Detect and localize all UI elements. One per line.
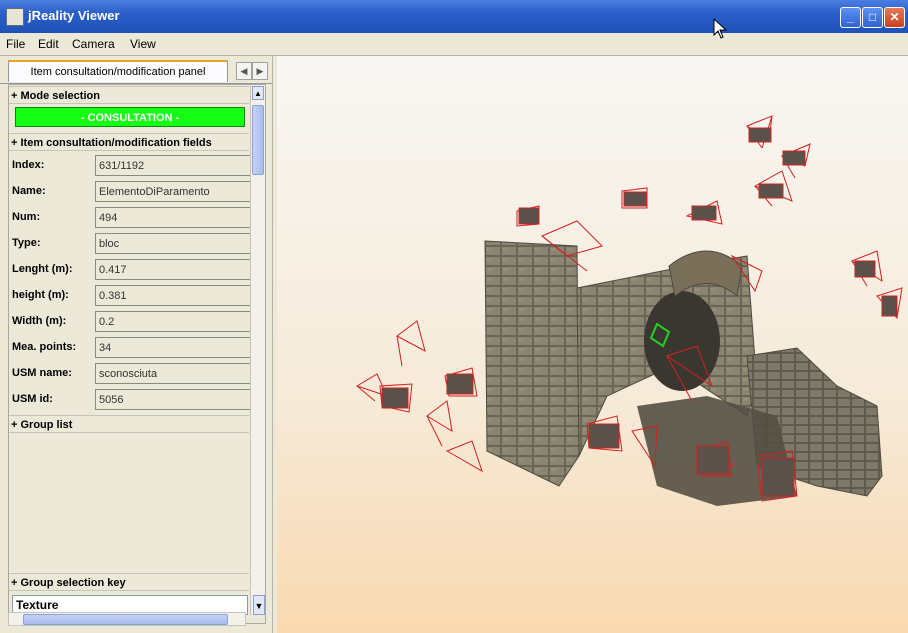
photo-thumbnail	[623, 191, 647, 207]
field-label: Type:	[12, 237, 41, 249]
photo-thumbnail	[748, 127, 772, 143]
menu-view[interactable]: View	[130, 37, 156, 51]
field-row-width: Width (m): 0.2	[9, 309, 259, 334]
height-field[interactable]: 0.381	[95, 285, 255, 306]
width-field[interactable]: 0.2	[95, 311, 255, 332]
title-bar: jReality Viewer _ □ ✕	[0, 0, 908, 33]
field-row-mea-points: Mea. points: 34	[9, 335, 259, 360]
maximize-button[interactable]: □	[862, 7, 883, 28]
app-icon[interactable]	[6, 8, 24, 26]
field-row-length: Lenght (m): 0.417	[9, 257, 259, 282]
photo-thumbnail	[758, 183, 784, 199]
window-title: jReality Viewer	[28, 8, 120, 23]
name-field[interactable]: ElementoDiParamento	[95, 181, 255, 202]
section-group-list[interactable]: + Group list	[9, 415, 249, 433]
type-field[interactable]: bloc	[95, 233, 255, 254]
tab-item-panel[interactable]: Item consultation/modification panel	[8, 60, 228, 82]
photo-thumbnail	[761, 457, 795, 497]
photo-thumbnail	[696, 445, 730, 475]
field-label: Lenght (m):	[12, 263, 73, 275]
item-panel: + Mode selection - CONSULTATION - + Item…	[8, 84, 266, 624]
minimize-button[interactable]: _	[840, 7, 861, 28]
tab-strip: Item consultation/modification panel ◀ ▶	[0, 56, 272, 84]
menu-bar: File Edit Camera View	[0, 33, 908, 56]
3d-viewport[interactable]	[277, 56, 908, 633]
field-row-name: Name: ElementoDiParamento	[9, 179, 259, 204]
menu-edit[interactable]: Edit	[38, 37, 59, 51]
photo-thumbnail	[518, 207, 540, 225]
mode-indicator[interactable]: - CONSULTATION -	[15, 107, 245, 127]
index-field[interactable]: 631/1192	[95, 155, 255, 176]
scrollbar-thumb[interactable]	[252, 105, 264, 175]
menu-camera[interactable]: Camera	[72, 37, 115, 51]
group-list[interactable]	[9, 452, 249, 586]
field-row-usm-id: USM id: 5056	[9, 387, 259, 412]
field-row-usm-name: USM name: sconosciuta	[9, 361, 259, 386]
mouse-cursor-icon	[713, 18, 728, 39]
panel-vertical-scrollbar[interactable]: ▲	[250, 85, 265, 615]
photo-thumbnail	[381, 387, 409, 409]
field-row-type: Type: bloc	[9, 231, 259, 256]
field-row-num: Num: 494	[9, 205, 259, 230]
panel-horizontal-scrollbar[interactable]	[8, 612, 246, 626]
field-label: Mea. points:	[12, 341, 77, 353]
camera-frustum	[426, 400, 453, 447]
field-label: USM id:	[12, 393, 53, 405]
camera-frustum	[396, 320, 426, 367]
close-button[interactable]: ✕	[884, 7, 905, 28]
field-row-height: height (m): 0.381	[9, 283, 259, 308]
field-row-index: Index: 631/1192	[9, 153, 259, 178]
chevron-down-icon[interactable]: ▼	[253, 595, 265, 615]
field-label: Name:	[12, 185, 46, 197]
section-group-selection-key[interactable]: + Group selection key	[9, 573, 249, 591]
field-label: height (m):	[12, 289, 69, 301]
length-field[interactable]: 0.417	[95, 259, 255, 280]
field-label: USM name:	[12, 367, 72, 379]
3d-scene	[355, 115, 903, 506]
usm-id-field[interactable]: 5056	[95, 389, 255, 410]
section-mode-selection[interactable]: + Mode selection	[9, 86, 249, 104]
photo-thumbnail	[446, 373, 474, 395]
field-label: Index:	[12, 159, 45, 171]
photo-thumbnail	[881, 295, 898, 317]
scrollbar-thumb[interactable]	[23, 614, 228, 625]
usm-name-field[interactable]: sconosciuta	[95, 363, 255, 384]
photo-thumbnail	[691, 205, 717, 221]
photo-thumbnail	[782, 150, 806, 166]
menu-file[interactable]: File	[6, 37, 25, 51]
mea-points-field[interactable]: 34	[95, 337, 255, 358]
tab-scroll-right-button[interactable]: ▶	[252, 62, 268, 80]
camera-frustum	[445, 440, 483, 473]
photo-thumbnail	[854, 260, 876, 278]
wall-left	[484, 240, 580, 487]
num-field[interactable]: 494	[95, 207, 255, 228]
tab-scroll-left-button[interactable]: ◀	[236, 62, 252, 80]
section-item-fields[interactable]: + Item consultation/modification fields	[9, 133, 249, 151]
photo-thumbnail	[588, 423, 620, 449]
scroll-up-icon[interactable]: ▲	[252, 86, 264, 100]
left-panel: Item consultation/modification panel ◀ ▶…	[0, 56, 272, 633]
field-label: Width (m):	[12, 315, 67, 327]
field-label: Num:	[12, 211, 41, 223]
